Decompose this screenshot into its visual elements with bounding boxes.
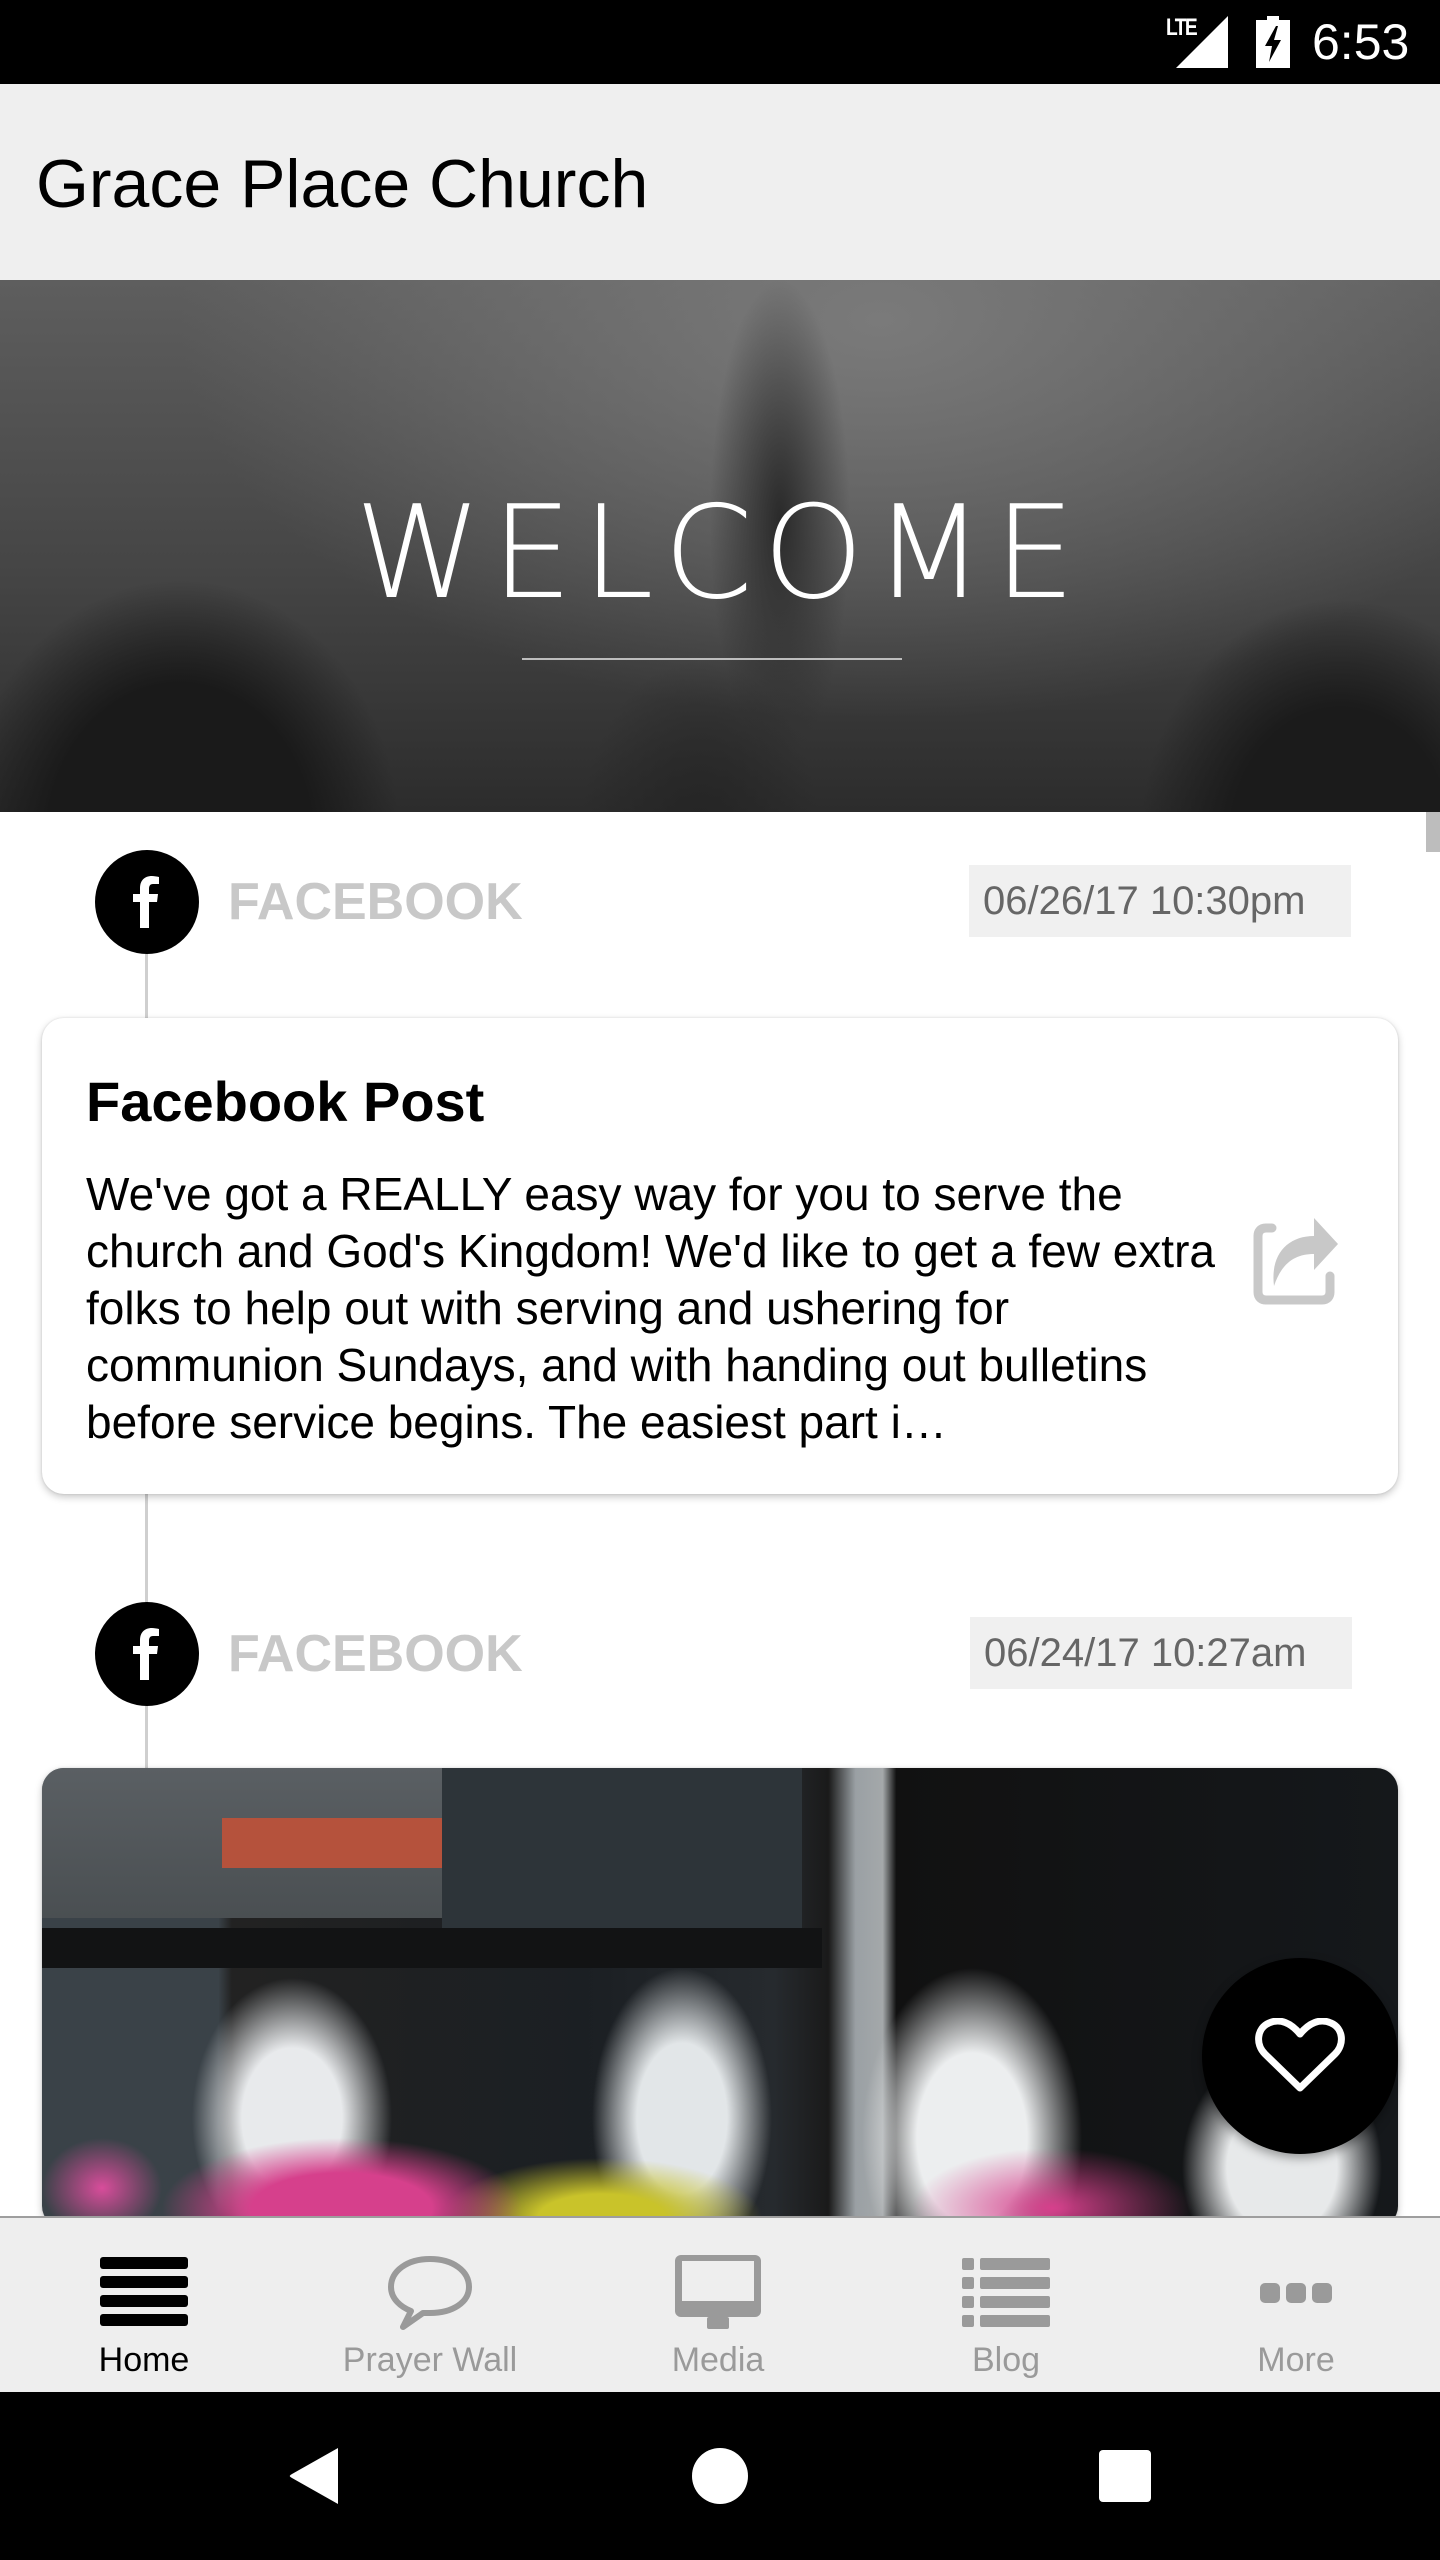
signal-icon — [1176, 16, 1228, 68]
post-timestamp: 06/26/17 10:30pm — [969, 865, 1351, 937]
facebook-icon — [133, 1628, 159, 1680]
facebook-source-icon — [95, 850, 199, 954]
post-timestamp: 06/24/17 10:27am — [970, 1617, 1352, 1689]
back-triangle-icon — [289, 2448, 338, 2504]
facebook-icon — [133, 876, 159, 928]
clock: 6:53 — [1312, 14, 1410, 70]
welcome-divider — [522, 658, 902, 660]
share-icon[interactable] — [1252, 1214, 1348, 1310]
photo-detail — [222, 1818, 442, 1868]
nav-prayer-wall[interactable]: Prayer Wall — [286, 2218, 574, 2394]
post-body: We've got a REALLY easy way for you to s… — [86, 1168, 1215, 1448]
photo-post-card[interactable] — [42, 1768, 1398, 2228]
monitor-icon — [675, 2255, 761, 2329]
source-label: FACEBOOK — [228, 1625, 523, 1683]
system-recents-button[interactable] — [1075, 2436, 1175, 2516]
scrollbar-thumb[interactable] — [1426, 812, 1440, 852]
system-navigation-bar — [0, 2392, 1440, 2560]
nav-label: Blog — [971, 2341, 1041, 2379]
welcome-heading: WELCOME — [354, 479, 1086, 628]
battery-charging-icon — [1256, 16, 1290, 68]
nav-label: Prayer Wall — [342, 2341, 518, 2379]
app-bar: Grace Place Church — [0, 84, 1440, 280]
more-dots-icon — [1260, 2283, 1332, 2303]
nav-home[interactable]: Home — [0, 2218, 288, 2394]
welcome-banner[interactable]: WELCOME — [0, 280, 1440, 812]
recents-square-icon — [1099, 2450, 1151, 2502]
timeline-line — [145, 1494, 148, 1604]
app-title: Grace Place Church — [36, 146, 649, 222]
system-home-button[interactable] — [670, 2436, 770, 2516]
post-card[interactable]: Facebook Post We've got a REALLY easy wa… — [42, 1018, 1398, 1494]
system-back-button[interactable] — [265, 2436, 365, 2516]
post-photo — [42, 1768, 1398, 2228]
menu-lines-icon — [100, 2257, 188, 2326]
source-label: FACEBOOK — [228, 873, 523, 931]
status-bar: LTE 6:53 — [0, 0, 1440, 84]
nav-more[interactable]: More — [1152, 2218, 1440, 2394]
timeline-line — [145, 954, 148, 1018]
nav-label: Home — [98, 2341, 190, 2379]
post-title: Facebook Post — [86, 1070, 485, 1133]
favorite-fab-button[interactable] — [1202, 1958, 1398, 2154]
home-circle-icon — [692, 2448, 748, 2504]
facebook-source-icon — [95, 1602, 199, 1706]
bottom-navigation: Home Prayer Wall Media Blog More — [0, 2216, 1440, 2392]
speech-bubble-icon — [388, 2256, 472, 2330]
timeline-line — [145, 1706, 148, 1770]
nav-media[interactable]: Media — [574, 2218, 862, 2394]
photo-detail — [442, 1768, 802, 1928]
nav-blog[interactable]: Blog — [862, 2218, 1150, 2394]
nav-label: Media — [671, 2341, 765, 2379]
photo-detail — [42, 1928, 822, 1968]
nav-label: More — [1257, 2341, 1335, 2379]
heart-icon — [1255, 2018, 1345, 2092]
list-icon — [962, 2258, 1050, 2327]
